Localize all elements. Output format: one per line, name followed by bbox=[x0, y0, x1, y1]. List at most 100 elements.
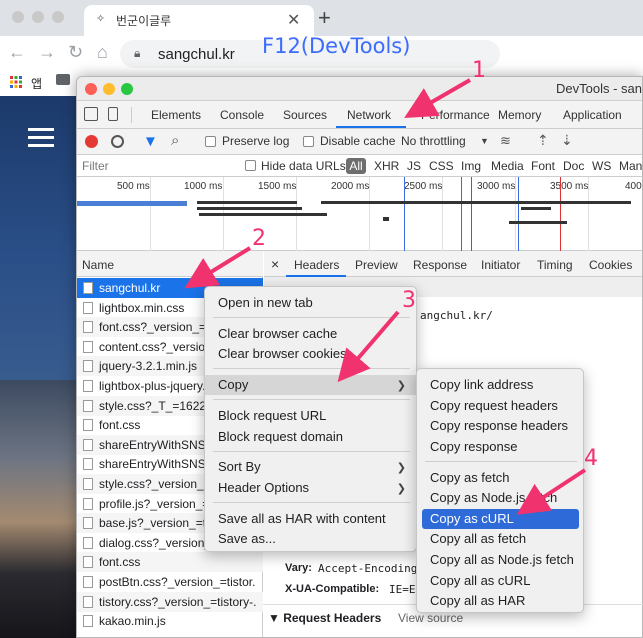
menu-copy-as-nodejs-fetch[interactable]: Copy as Node.js fetch bbox=[417, 488, 583, 508]
hamburger-menu-icon[interactable] bbox=[28, 128, 54, 148]
filter-media[interactable]: Media bbox=[491, 159, 524, 173]
filter-ws[interactable]: WS bbox=[592, 159, 611, 173]
forward-icon[interactable]: → bbox=[38, 42, 56, 63]
request-row[interactable]: kakao.min.js bbox=[77, 611, 263, 631]
folder-icon[interactable] bbox=[56, 74, 70, 85]
home-icon[interactable]: ⌂ bbox=[97, 42, 108, 63]
filter-funnel-icon[interactable]: ▼ bbox=[143, 133, 158, 150]
load-event-marker bbox=[560, 177, 561, 251]
menu-copy-response-headers[interactable]: Copy response headers bbox=[417, 416, 583, 436]
menu-copy-response[interactable]: Copy response bbox=[417, 437, 583, 457]
filter-js[interactable]: JS bbox=[407, 159, 421, 173]
tab-response[interactable]: Response bbox=[413, 258, 467, 272]
apps-grid-icon[interactable] bbox=[10, 76, 22, 88]
request-headers-toggle[interactable]: ▼ Request Headers bbox=[268, 611, 381, 625]
tab-preview[interactable]: Preview bbox=[355, 258, 398, 272]
menu-separator bbox=[213, 399, 410, 400]
devtools-minimize-button[interactable] bbox=[103, 83, 115, 95]
menu-copy-all-as-har[interactable]: Copy all as HAR bbox=[417, 591, 583, 611]
request-name: font.css?_version_=ti bbox=[99, 320, 213, 334]
filter-font[interactable]: Font bbox=[531, 159, 555, 173]
menu-copy-link-address[interactable]: Copy link address bbox=[417, 375, 583, 395]
filter-manifest[interactable]: Mani bbox=[619, 159, 642, 173]
menu-block-request-domain[interactable]: Block request domain bbox=[205, 427, 416, 447]
request-row[interactable]: postBtn.css?_version_=tistor. bbox=[77, 572, 263, 592]
inspect-element-icon[interactable] bbox=[84, 107, 98, 121]
import-har-icon[interactable]: ⇡ bbox=[537, 132, 549, 149]
menu-copy-as-curl[interactable]: Copy as cURL bbox=[422, 509, 579, 529]
tab-performance[interactable]: Performance bbox=[421, 108, 490, 122]
search-icon[interactable]: ⌕ bbox=[171, 132, 179, 149]
filter-input[interactable]: Filter bbox=[82, 159, 109, 173]
menu-save-as[interactable]: Save as... bbox=[205, 529, 416, 549]
timeline-tick: 3500 ms bbox=[550, 181, 589, 192]
tab-console[interactable]: Console bbox=[220, 108, 264, 122]
file-icon bbox=[83, 439, 93, 451]
timeline-bar bbox=[199, 213, 327, 216]
tab-timing[interactable]: Timing bbox=[537, 258, 573, 272]
bookmark-apps-label[interactable]: 앱 bbox=[31, 75, 42, 92]
menu-sort-by[interactable]: Sort By ❯ bbox=[205, 457, 416, 477]
tab-network[interactable]: Network bbox=[347, 108, 391, 122]
menu-copy[interactable]: Copy ❯ bbox=[205, 375, 416, 395]
preserve-log-checkbox[interactable] bbox=[205, 136, 216, 147]
request-name: tistory.css?_version_=tistory-. bbox=[99, 595, 257, 609]
menu-header-options[interactable]: Header Options ❯ bbox=[205, 478, 416, 498]
file-icon bbox=[83, 517, 93, 529]
menu-clear-browser-cache[interactable]: Clear browser cache bbox=[205, 324, 416, 344]
export-har-icon[interactable]: ⇣ bbox=[561, 132, 573, 149]
view-source-link[interactable]: View source bbox=[398, 611, 463, 625]
throttling-select[interactable]: No throttling bbox=[401, 134, 466, 148]
browser-tab[interactable]: ✧ 번군이글루 ✕ bbox=[84, 5, 314, 36]
record-icon[interactable] bbox=[85, 135, 98, 148]
menu-copy-all-as-curl[interactable]: Copy all as cURL bbox=[417, 571, 583, 591]
file-icon bbox=[83, 498, 93, 510]
clear-icon[interactable] bbox=[111, 135, 124, 148]
filter-img[interactable]: Img bbox=[461, 159, 481, 173]
tab-memory[interactable]: Memory bbox=[498, 108, 541, 122]
tab-cookies[interactable]: Cookies bbox=[589, 258, 632, 272]
new-tab-button[interactable]: + bbox=[318, 5, 331, 31]
menu-save-all-as-har[interactable]: Save all as HAR with content bbox=[205, 509, 416, 529]
tab-headers[interactable]: Headers bbox=[294, 258, 339, 272]
back-icon[interactable]: ← bbox=[8, 42, 26, 63]
request-list-header[interactable]: Name bbox=[77, 251, 263, 277]
disable-cache-checkbox[interactable] bbox=[303, 136, 314, 147]
close-detail-icon[interactable]: × bbox=[271, 256, 279, 272]
menu-open-in-new-tab[interactable]: Open in new tab bbox=[205, 293, 416, 313]
close-tab-icon[interactable]: ✕ bbox=[287, 10, 300, 30]
window-close-button[interactable] bbox=[12, 11, 24, 23]
tab-application[interactable]: Application bbox=[563, 108, 622, 122]
menu-clear-browser-cookies[interactable]: Clear browser cookies bbox=[205, 344, 416, 364]
filter-all-chip[interactable]: All bbox=[346, 158, 366, 174]
detail-tabs: × Headers Preview Response Initiator Tim… bbox=[264, 251, 642, 277]
name-column-header[interactable]: Name bbox=[82, 258, 114, 272]
menu-copy-all-as-fetch[interactable]: Copy all as fetch bbox=[417, 529, 583, 549]
hide-data-urls-checkbox[interactable] bbox=[245, 160, 256, 171]
menu-block-request-url[interactable]: Block request URL bbox=[205, 406, 416, 426]
tab-elements[interactable]: Elements bbox=[151, 108, 201, 122]
filter-xhr[interactable]: XHR bbox=[374, 159, 399, 173]
vary-value: Accept-Encoding bbox=[318, 562, 418, 575]
menu-copy-request-headers[interactable]: Copy request headers bbox=[417, 396, 583, 416]
window-minimize-button[interactable] bbox=[32, 11, 44, 23]
devtools-zoom-button[interactable] bbox=[121, 83, 133, 95]
menu-copy-as-fetch[interactable]: Copy as fetch bbox=[417, 468, 583, 488]
tab-initiator[interactable]: Initiator bbox=[481, 258, 520, 272]
file-icon bbox=[83, 556, 93, 568]
request-row[interactable]: tistory.css?_version_=tistory-. bbox=[77, 592, 263, 612]
file-icon bbox=[83, 576, 93, 588]
window-zoom-button[interactable] bbox=[52, 11, 64, 23]
reload-icon[interactable]: ↻ bbox=[68, 42, 83, 63]
request-row[interactable]: font.css bbox=[77, 552, 263, 572]
tab-sources[interactable]: Sources bbox=[283, 108, 327, 122]
throttling-dropdown-icon[interactable]: ▼ bbox=[480, 136, 489, 146]
network-overview-timeline[interactable]: 500 ms 1000 ms 1500 ms 2000 ms 2500 ms 3… bbox=[77, 177, 642, 251]
device-toolbar-icon[interactable] bbox=[108, 107, 118, 121]
filter-doc[interactable]: Doc bbox=[563, 159, 584, 173]
filter-css[interactable]: CSS bbox=[429, 159, 454, 173]
timeline-tick: 2500 ms bbox=[404, 181, 443, 192]
network-conditions-icon[interactable]: ≋ bbox=[500, 133, 511, 149]
devtools-close-button[interactable] bbox=[85, 83, 97, 95]
menu-copy-all-as-nodejs-fetch[interactable]: Copy all as Node.js fetch bbox=[417, 550, 583, 570]
